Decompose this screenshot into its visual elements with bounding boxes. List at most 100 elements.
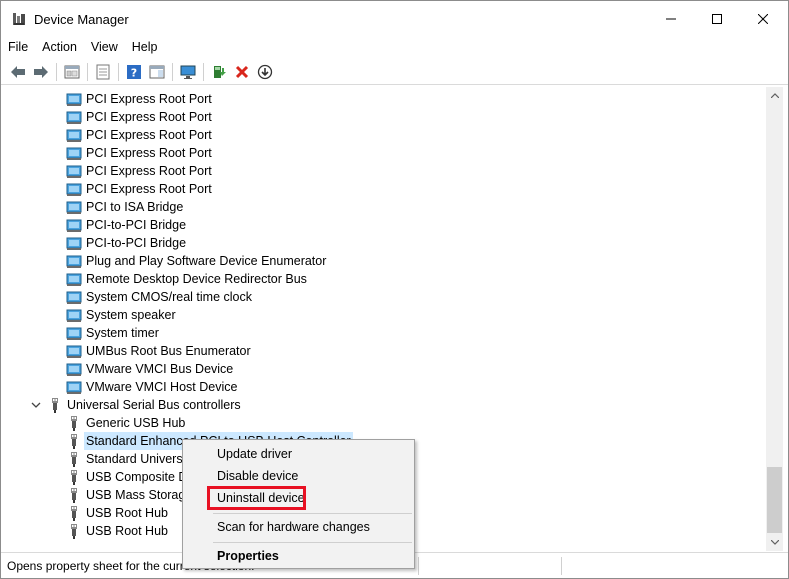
tree-item-label: PCI Express Root Port [86,110,212,124]
window-title: Device Manager [34,12,129,27]
system-device-icon [66,271,82,287]
tree-item[interactable]: System CMOS/real time clock [66,288,252,306]
tree-item-label: PCI Express Root Port [86,128,212,142]
system-device-icon [66,253,82,269]
tree-item[interactable]: PCI Express Root Port [66,180,212,198]
tree-item[interactable]: PCI Express Root Port [66,162,212,180]
scroll-down-arrow-icon[interactable] [766,534,783,551]
tree-item[interactable]: PCI to ISA Bridge [66,198,183,216]
ctx-update-driver[interactable]: Update driver [183,443,414,465]
tree-item-label: PCI-to-PCI Bridge [86,236,187,250]
system-device-icon [66,145,82,161]
ctx-separator [213,513,412,514]
tree-item[interactable]: VMware VMCI Host Device [66,378,237,396]
system-device-icon [66,127,82,143]
title-bar[interactable]: Device Manager [1,1,788,37]
show-hide-console-tree-icon[interactable] [62,62,82,82]
usb-device-icon [66,415,82,431]
device-manager-window: Device Manager File Action View Help ? P… [0,0,789,579]
ctx-separator [213,542,412,543]
system-device-icon [66,289,82,305]
expand-chevron-icon[interactable] [30,399,42,411]
tree-item[interactable]: Plug and Play Software Device Enumerator [66,252,326,270]
tree-item[interactable]: VMware VMCI Bus Device [66,360,233,378]
tree-item-label: VMware VMCI Bus Device [86,362,234,376]
system-device-icon [66,343,82,359]
tree-item-label: System CMOS/real time clock [86,290,253,304]
system-device-icon [66,307,82,323]
system-device-icon [66,325,82,341]
device-manager-icon [11,11,27,27]
update-driver-icon[interactable] [209,62,229,82]
ctx-disable-device[interactable]: Disable device [183,465,414,487]
minimize-button[interactable] [648,1,694,37]
tree-item-label: System timer [86,326,159,340]
back-arrow-icon[interactable] [8,62,28,82]
tree-item-label: PCI to ISA Bridge [86,200,184,214]
status-separator [561,557,562,575]
tree-item[interactable]: UMBus Root Bus Enumerator [66,342,251,360]
toolbar-separator [87,63,88,81]
tree-item[interactable]: USB Root Hub [66,504,168,522]
tree-item-label: VMware VMCI Host Device [86,380,238,394]
menu-action[interactable]: Action [35,37,84,57]
monitor-icon[interactable] [178,62,198,82]
uninstall-x-icon[interactable] [232,62,252,82]
menu-file[interactable]: File [1,37,35,57]
status-separator [418,557,419,575]
tree-category-usb[interactable]: Universal Serial Bus controllers [47,396,241,414]
usb-device-icon [66,505,82,521]
tree-item-label: PCI Express Root Port [86,164,212,178]
tree-item-label: PCI Express Root Port [86,92,212,106]
tree-item-label: UMBus Root Bus Enumerator [86,344,251,358]
tree-item[interactable]: PCI Express Root Port [66,144,212,162]
system-device-icon [66,235,82,251]
tree-item-label: System speaker [86,308,176,322]
system-device-icon [66,379,82,395]
system-device-icon [66,181,82,197]
system-device-icon [66,199,82,215]
usb-device-icon [66,523,82,539]
system-device-icon [66,109,82,125]
forward-arrow-icon[interactable] [31,62,51,82]
tree-item[interactable]: Remote Desktop Device Redirector Bus [66,270,307,288]
toolbar-separator [56,63,57,81]
tree-item[interactable]: PCI-to-PCI Bridge [66,216,186,234]
scroll-up-arrow-icon[interactable] [766,87,783,104]
maximize-button[interactable] [694,1,740,37]
ctx-properties[interactable]: Properties [183,545,414,567]
uninstall-highlight-box [207,486,306,510]
usb-device-icon [66,433,82,449]
tree-item[interactable]: System speaker [66,306,176,324]
usb-category-icon [47,397,63,413]
tree-item[interactable]: System timer [66,324,159,342]
action-pane-icon[interactable] [147,62,167,82]
properties-sheet-icon[interactable] [93,62,113,82]
system-device-icon [66,361,82,377]
tree-item[interactable]: PCI Express Root Port [66,90,212,108]
help-icon[interactable]: ? [124,62,144,82]
tree-item[interactable]: PCI-to-PCI Bridge [66,234,186,252]
usb-device-icon [66,469,82,485]
toolbar-separator [172,63,173,81]
menu-view[interactable]: View [84,37,125,57]
system-device-icon [66,91,82,107]
tree-item-label: Generic USB Hub [86,416,186,430]
system-device-icon [66,217,82,233]
toolbar-separator [203,63,204,81]
usb-device-icon [66,487,82,503]
download-circle-icon[interactable] [255,62,275,82]
tree-item[interactable]: PCI Express Root Port [66,126,212,144]
menu-help[interactable]: Help [125,37,165,57]
tree-item-label: Plug and Play Software Device Enumerator [86,254,327,268]
tree-item[interactable]: Generic USB Hub [66,414,185,432]
tree-item[interactable]: PCI Express Root Port [66,108,212,126]
tree-item-label: USB Root Hub [86,506,168,520]
tree-item[interactable]: USB Root Hub [66,522,168,540]
ctx-scan-hardware[interactable]: Scan for hardware changes [183,516,414,538]
close-button[interactable] [740,1,786,37]
scrollbar-thumb[interactable] [767,467,782,533]
menu-bar: File Action View Help [1,37,788,57]
tree-item-label: PCI Express Root Port [86,182,212,196]
vertical-scrollbar[interactable] [766,87,783,551]
